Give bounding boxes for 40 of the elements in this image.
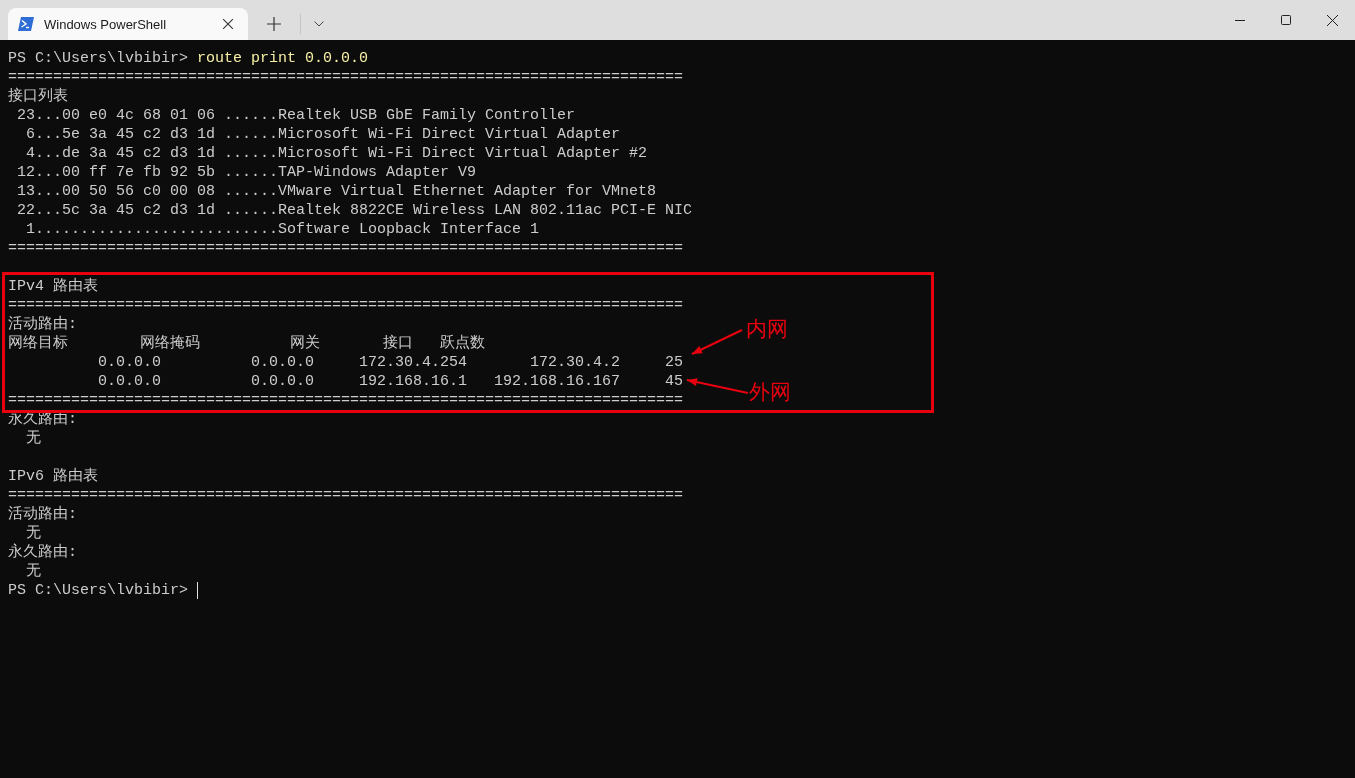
terminal-line: ===========================================================================: [8, 239, 684, 258]
close-icon: [1326, 14, 1338, 26]
prompt-text: PS C:\Users\lvbibir>: [8, 49, 189, 68]
terminal-line: 无: [25, 524, 41, 543]
terminal-line: ===========================================================================: [8, 486, 684, 505]
prompt-text: PS C:\Users\lvbibir>: [8, 581, 189, 600]
arrow: [686, 378, 749, 394]
terminal-line: 0.0.0.0 0.0.0.0 172.30.4.254 172.30.4.2 25: [97, 353, 684, 372]
terminal-line: 活动路由:: [8, 315, 77, 334]
terminal-line: IPv4 路由表: [8, 277, 98, 296]
terminal-line: 13...00 50 56 c0 00 08 ......VMware Virtual Ethernet Adapter for VMnet8: [16, 182, 657, 201]
terminal-line: 0.0.0.0 0.0.0.0 192.168.16.1 192.168.16.167 45: [97, 372, 684, 391]
maximize-icon: [1281, 15, 1291, 25]
chevron-down-icon: [314, 21, 324, 27]
close-icon: [223, 19, 233, 29]
arrow: [691, 329, 743, 355]
terminal-line: 无: [25, 429, 41, 448]
terminal-line: ===========================================================================: [8, 296, 684, 315]
terminal-line: ===========================================================================: [8, 68, 684, 87]
plus-icon: [267, 17, 281, 31]
terminal-line: 网络目标 网络掩码 网关 接口 跃点数: [8, 334, 486, 353]
powershell-icon: [18, 17, 34, 31]
terminal-line: 1...........................Software Loopback Interface 1: [25, 220, 540, 239]
terminal-line: 活动路由:: [8, 505, 77, 524]
terminal-line: 4...de 3a 45 c2 d3 1d ......Microsoft Wi-Fi Direct Virtual Adapter #2: [25, 144, 648, 163]
terminal-line: 接口列表: [8, 87, 68, 106]
terminal-line: 23...00 e0 4c 68 01 06 ......Realtek USB GbE Family Controller: [16, 106, 576, 125]
terminal-line: 无: [25, 562, 41, 581]
terminal-line: 12...00 ff 7e fb 92 5b ......TAP-Windows Adapter V9: [16, 163, 477, 182]
annotation-label: 外网: [749, 380, 791, 404]
tab-title: Windows PowerShell: [44, 16, 168, 32]
terminal-tab[interactable]: Windows PowerShell: [8, 8, 248, 40]
terminal-line: IPv6 路由表: [8, 467, 98, 486]
command-text: route print 0.0.0.0: [197, 49, 369, 68]
minimize-icon: [1235, 19, 1245, 21]
annotation-label: 内网: [746, 317, 788, 341]
terminal-line: 6...5e 3a 45 c2 d3 1d ......Microsoft Wi-Fi Direct Virtual Adapter: [25, 125, 621, 144]
terminal-line: ===========================================================================: [8, 391, 684, 410]
terminal-line: 永久路由:: [8, 543, 77, 562]
terminal-line: 22...5c 3a 45 c2 d3 1d ......Realtek 8822CE Wireless LAN 802.11ac PCI-E NIC: [16, 201, 693, 220]
